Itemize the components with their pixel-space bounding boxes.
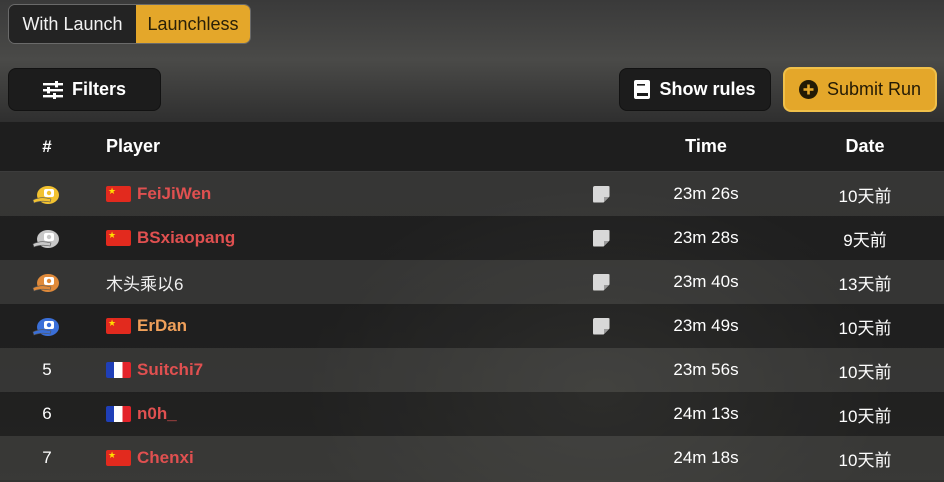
- rank-cell: 7: [0, 448, 94, 468]
- table-row[interactable]: FeiJiWen 23m 26s 10天前: [0, 172, 944, 216]
- note-cell: [576, 273, 626, 291]
- header-date: Date: [845, 136, 885, 156]
- date-cell: 10天前: [838, 186, 892, 206]
- player-cell: ErDan: [94, 316, 576, 336]
- submit-run-button[interactable]: Submit Run: [783, 67, 937, 112]
- submit-run-label: Submit Run: [826, 79, 922, 99]
- time-cell: 23m 40s: [673, 272, 739, 291]
- table-row[interactable]: 6 n0h_ 24m 13s 10天前: [0, 392, 944, 436]
- time-cell: 23m 28s: [673, 228, 739, 247]
- rank-number: 5: [42, 360, 52, 379]
- table-header: # Player Time Date: [0, 122, 944, 172]
- time-cell: 23m 56s: [673, 360, 739, 379]
- header-rank: #: [42, 136, 52, 156]
- player-cell: FeiJiWen: [94, 184, 576, 204]
- show-rules-button[interactable]: Show rules: [619, 68, 771, 111]
- table-row[interactable]: 5 Suitchi7 23m 56s 10天前: [0, 348, 944, 392]
- filters-label: Filters: [71, 79, 127, 99]
- time-cell: 23m 49s: [673, 316, 739, 335]
- china-flag-icon: [106, 450, 131, 466]
- tab-with-launch[interactable]: With Launch: [9, 5, 136, 43]
- table-row[interactable]: ErDan 23m 49s 10天前: [0, 304, 944, 348]
- sliders-icon: [42, 80, 63, 99]
- player-name-link[interactable]: FeiJiWen: [137, 184, 211, 204]
- time-cell: 24m 18s: [673, 448, 739, 467]
- comment-note-icon[interactable]: [592, 229, 610, 247]
- china-flag-icon: [106, 318, 131, 334]
- bronze-cap-icon: [32, 274, 59, 292]
- note-cell: [576, 185, 626, 203]
- france-flag-icon: [106, 406, 131, 422]
- comment-note-icon[interactable]: [592, 185, 610, 203]
- comment-note-icon[interactable]: [592, 317, 610, 335]
- header-player: Player: [106, 136, 161, 156]
- table-row[interactable]: 木头乘以6 23m 40s 13天前: [0, 260, 944, 304]
- table-body: FeiJiWen 23m 26s 10天前 BSxiaopang 23m 28s 9天前木…: [0, 172, 944, 480]
- rank-cell: [0, 272, 94, 292]
- player-cell: Chenxi: [94, 448, 576, 468]
- leaderboard-table: # Player Time Date FeiJiWen 23m 26s 10天前 BS…: [0, 122, 944, 480]
- china-flag-icon: [106, 186, 131, 202]
- player-name-link[interactable]: Suitchi7: [137, 360, 203, 380]
- plus-circle-icon: [798, 80, 818, 99]
- time-cell: 24m 13s: [673, 404, 739, 423]
- silver-cap-icon: [32, 230, 59, 248]
- table-row[interactable]: BSxiaopang 23m 28s 9天前: [0, 216, 944, 260]
- note-cell: [576, 229, 626, 247]
- player-name-link[interactable]: Chenxi: [137, 448, 194, 468]
- rank-number: 7: [42, 448, 52, 467]
- rank-cell: [0, 316, 94, 336]
- player-cell: BSxiaopang: [94, 228, 576, 248]
- rank-cell: 5: [0, 360, 94, 380]
- rank-number: 6: [42, 404, 52, 423]
- player-cell: n0h_: [94, 404, 576, 424]
- rank-cell: [0, 228, 94, 248]
- gold-cap-icon: [32, 186, 59, 204]
- note-cell: [576, 317, 626, 335]
- table-row[interactable]: 7 Chenxi 24m 18s 10天前: [0, 436, 944, 480]
- header-time: Time: [685, 136, 727, 156]
- player-name-link[interactable]: BSxiaopang: [137, 228, 235, 248]
- date-cell: 10天前: [838, 362, 892, 382]
- book-icon: [634, 80, 651, 99]
- leaderboard-page: With Launch Launchless Filters Show rule…: [0, 0, 944, 482]
- blue-cap-icon: [32, 318, 59, 336]
- date-cell: 10天前: [838, 450, 892, 470]
- player-name-link[interactable]: ErDan: [137, 316, 187, 336]
- player-name-link[interactable]: 木头乘以6: [106, 270, 183, 295]
- france-flag-icon: [106, 362, 131, 378]
- show-rules-label: Show rules: [659, 79, 756, 99]
- player-cell: Suitchi7: [94, 360, 576, 380]
- time-cell: 23m 26s: [673, 184, 739, 203]
- rank-cell: [0, 184, 94, 204]
- launch-mode-tabs: With Launch Launchless: [8, 4, 251, 44]
- filters-button[interactable]: Filters: [8, 68, 161, 111]
- comment-note-icon[interactable]: [592, 273, 610, 291]
- rank-cell: 6: [0, 404, 94, 424]
- player-cell: 木头乘以6: [94, 270, 576, 295]
- date-cell: 10天前: [838, 406, 892, 426]
- date-cell: 9天前: [843, 230, 887, 250]
- tab-launchless[interactable]: Launchless: [135, 5, 250, 43]
- date-cell: 10天前: [838, 318, 892, 338]
- player-name-link[interactable]: n0h_: [137, 404, 177, 424]
- date-cell: 13天前: [838, 274, 892, 294]
- china-flag-icon: [106, 230, 131, 246]
